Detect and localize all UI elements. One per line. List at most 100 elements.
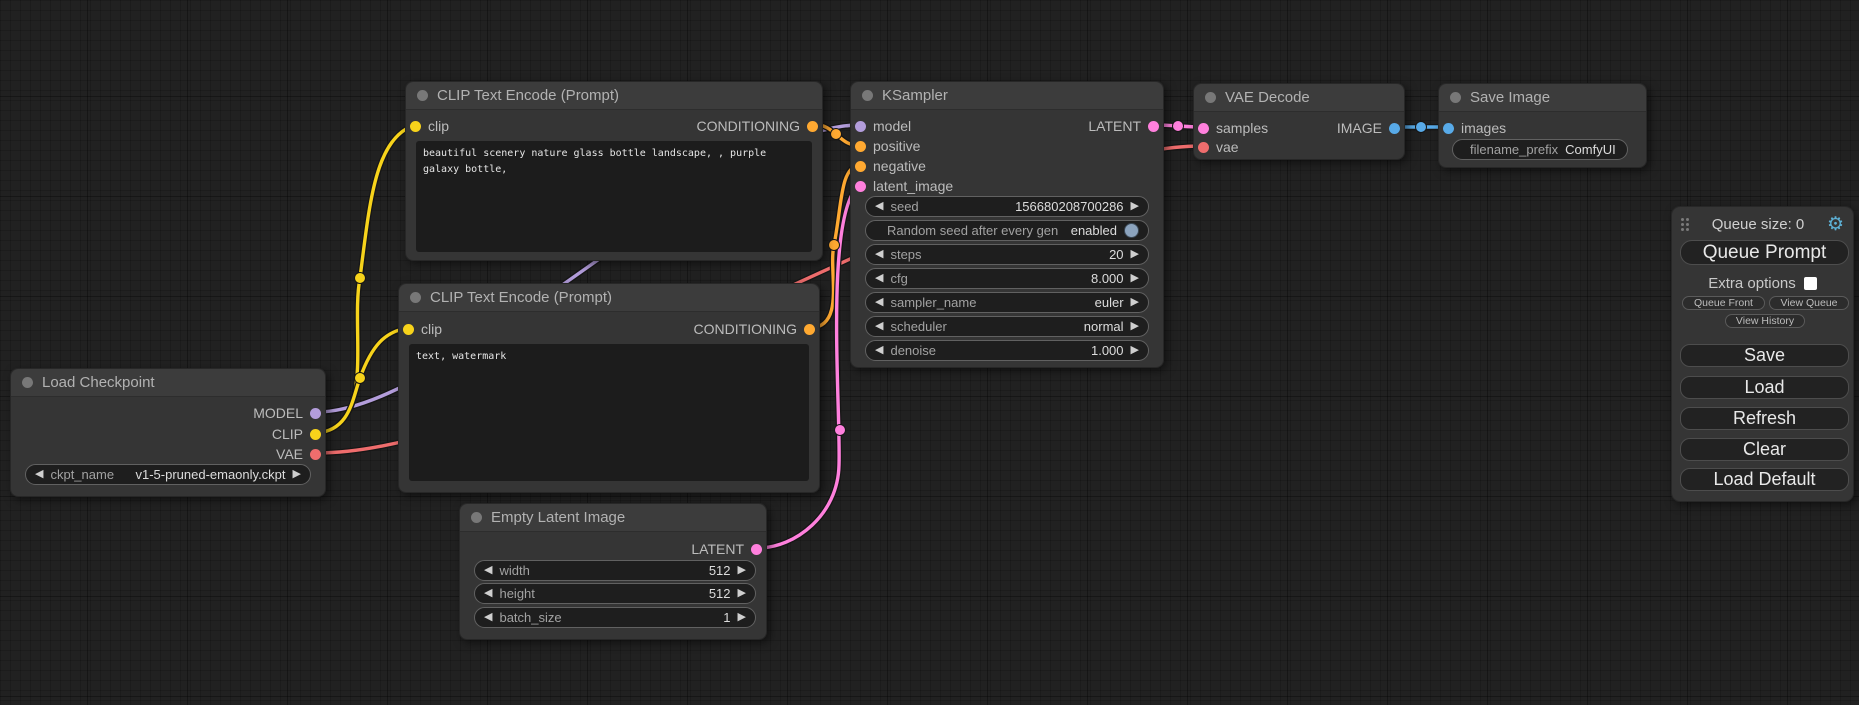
node-ksampler[interactable]: KSampler model positive negative latent_…	[850, 81, 1164, 368]
clip-output-port[interactable]	[310, 429, 321, 440]
arrow-right-icon[interactable]: ▶	[1131, 249, 1139, 260]
model-input-port[interactable]	[855, 121, 866, 132]
node-save-image[interactable]: Save Image images filename_prefix ComfyU…	[1438, 83, 1647, 168]
node-title-bar[interactable]: VAE Decode	[1194, 84, 1404, 112]
vae-input-port[interactable]	[1198, 142, 1209, 153]
input-slot-model: model	[855, 116, 911, 136]
node-empty-latent-image[interactable]: Empty Latent Image LATENT ◀ width 512 ▶ …	[459, 503, 767, 640]
arrow-right-icon[interactable]: ▶	[1131, 297, 1139, 308]
output-slot-latent: LATENT	[1088, 116, 1159, 136]
load-button[interactable]: Load	[1680, 376, 1849, 399]
sampler-name-widget[interactable]: ◀ sampler_name euler ▶	[865, 292, 1149, 313]
output-label: LATENT	[1088, 118, 1141, 134]
node-title-bar[interactable]: KSampler	[851, 82, 1163, 110]
arrow-left-icon[interactable]: ◀	[484, 588, 492, 599]
collapse-dot-icon[interactable]	[22, 377, 33, 388]
arrow-right-icon[interactable]: ▶	[1131, 321, 1139, 332]
widget-value: 1	[723, 610, 730, 625]
images-input-port[interactable]	[1443, 123, 1454, 134]
drag-handle-icon[interactable]	[1681, 218, 1689, 231]
arrow-left-icon[interactable]: ◀	[875, 297, 883, 308]
arrow-right-icon[interactable]: ▶	[1131, 201, 1139, 212]
width-widget[interactable]: ◀ width 512 ▶	[474, 560, 756, 581]
vae-output-port[interactable]	[310, 449, 321, 460]
model-output-port[interactable]	[310, 408, 321, 419]
widget-label: denoise	[890, 343, 936, 358]
node-title: CLIP Text Encode (Prompt)	[430, 289, 612, 306]
collapse-dot-icon[interactable]	[410, 292, 421, 303]
clip-input-port[interactable]	[410, 121, 421, 132]
height-widget[interactable]: ◀ height 512 ▶	[474, 583, 756, 604]
link-clip-to-negative-prompt	[317, 328, 407, 433]
arrow-right-icon[interactable]: ▶	[738, 612, 746, 623]
samples-input-port[interactable]	[1198, 123, 1209, 134]
latent-output-port[interactable]	[751, 544, 762, 555]
queue-prompt-button[interactable]: Queue Prompt	[1680, 240, 1849, 265]
arrow-left-icon[interactable]: ◀	[875, 321, 883, 332]
arrow-right-icon[interactable]: ▶	[1131, 345, 1139, 356]
node-title-bar[interactable]: CLIP Text Encode (Prompt)	[399, 284, 819, 312]
arrow-left-icon[interactable]: ◀	[35, 469, 43, 480]
node-title-bar[interactable]: Load Checkpoint	[11, 369, 325, 397]
collapse-dot-icon[interactable]	[417, 90, 428, 101]
filename-prefix-widget[interactable]: filename_prefix ComfyUI	[1452, 139, 1628, 160]
gear-icon[interactable]: ⚙	[1827, 215, 1844, 234]
latent-image-input-port[interactable]	[855, 181, 866, 192]
save-button[interactable]: Save	[1680, 344, 1849, 367]
steps-widget[interactable]: ◀ steps 20 ▶	[865, 244, 1149, 265]
load-default-button[interactable]: Load Default	[1680, 468, 1849, 491]
node-clip-text-encode-positive[interactable]: CLIP Text Encode (Prompt) clip CONDITION…	[405, 81, 823, 261]
arrow-right-icon[interactable]: ▶	[293, 469, 301, 480]
view-history-button[interactable]: View History	[1725, 314, 1805, 328]
collapse-dot-icon[interactable]	[1450, 92, 1461, 103]
clear-button[interactable]: Clear	[1680, 438, 1849, 461]
refresh-button[interactable]: Refresh	[1680, 407, 1849, 430]
conditioning-output-port[interactable]	[807, 121, 818, 132]
queue-size-label: Queue size: 0	[1689, 216, 1827, 233]
collapse-dot-icon[interactable]	[1205, 92, 1216, 103]
ckpt-name-widget[interactable]: ◀ ckpt_name v1-5-pruned-emaonly.ckpt ▶	[25, 464, 311, 485]
node-title-bar[interactable]: Save Image	[1439, 84, 1646, 112]
arrow-left-icon[interactable]: ◀	[484, 565, 492, 576]
toggle-icon[interactable]	[1124, 223, 1139, 238]
clip-input-port[interactable]	[403, 324, 414, 335]
positive-input-port[interactable]	[855, 141, 866, 152]
seed-widget[interactable]: ◀ seed 156680208700286 ▶	[865, 196, 1149, 217]
arrow-right-icon[interactable]: ▶	[738, 565, 746, 576]
negative-input-port[interactable]	[855, 161, 866, 172]
denoise-widget[interactable]: ◀ denoise 1.000 ▶	[865, 340, 1149, 361]
arrow-right-icon[interactable]: ▶	[738, 588, 746, 599]
batch-size-widget[interactable]: ◀ batch_size 1 ▶	[474, 607, 756, 628]
node-title: KSampler	[882, 87, 948, 104]
output-slot-conditioning: CONDITIONING	[694, 319, 815, 339]
cfg-widget[interactable]: ◀ cfg 8.000 ▶	[865, 268, 1149, 289]
arrow-left-icon[interactable]: ◀	[875, 249, 883, 260]
node-load-checkpoint[interactable]: Load Checkpoint MODEL CLIP VAE ◀ ckpt_na…	[10, 368, 326, 497]
node-title-bar[interactable]: CLIP Text Encode (Prompt)	[406, 82, 822, 110]
arrow-right-icon[interactable]: ▶	[1131, 273, 1139, 284]
widget-value: 512	[709, 563, 731, 578]
scheduler-widget[interactable]: ◀ scheduler normal ▶	[865, 316, 1149, 337]
view-queue-button[interactable]: View Queue	[1769, 296, 1849, 310]
arrow-left-icon[interactable]: ◀	[875, 345, 883, 356]
random-seed-widget[interactable]: Random seed after every gen enabled	[865, 220, 1149, 241]
image-output-port[interactable]	[1389, 123, 1400, 134]
conditioning-output-port[interactable]	[804, 324, 815, 335]
extra-options-checkbox[interactable]	[1804, 277, 1817, 290]
prompt-textarea[interactable]: text, watermark	[409, 344, 809, 481]
arrow-left-icon[interactable]: ◀	[875, 273, 883, 284]
prompt-textarea[interactable]: beautiful scenery nature glass bottle la…	[416, 141, 812, 252]
node-title-bar[interactable]: Empty Latent Image	[460, 504, 766, 532]
latent-output-port[interactable]	[1148, 121, 1159, 132]
arrow-left-icon[interactable]: ◀	[484, 612, 492, 623]
output-slot-clip: CLIP	[272, 424, 321, 444]
arrow-left-icon[interactable]: ◀	[875, 201, 883, 212]
node-vae-decode[interactable]: VAE Decode samples vae IMAGE	[1193, 83, 1405, 160]
queue-front-button[interactable]: Queue Front	[1682, 296, 1765, 310]
collapse-dot-icon[interactable]	[862, 90, 873, 101]
input-label: clip	[421, 321, 442, 337]
node-title: VAE Decode	[1225, 89, 1310, 106]
collapse-dot-icon[interactable]	[471, 512, 482, 523]
node-clip-text-encode-negative[interactable]: CLIP Text Encode (Prompt) clip CONDITION…	[398, 283, 820, 493]
input-slot-positive: positive	[855, 136, 920, 156]
